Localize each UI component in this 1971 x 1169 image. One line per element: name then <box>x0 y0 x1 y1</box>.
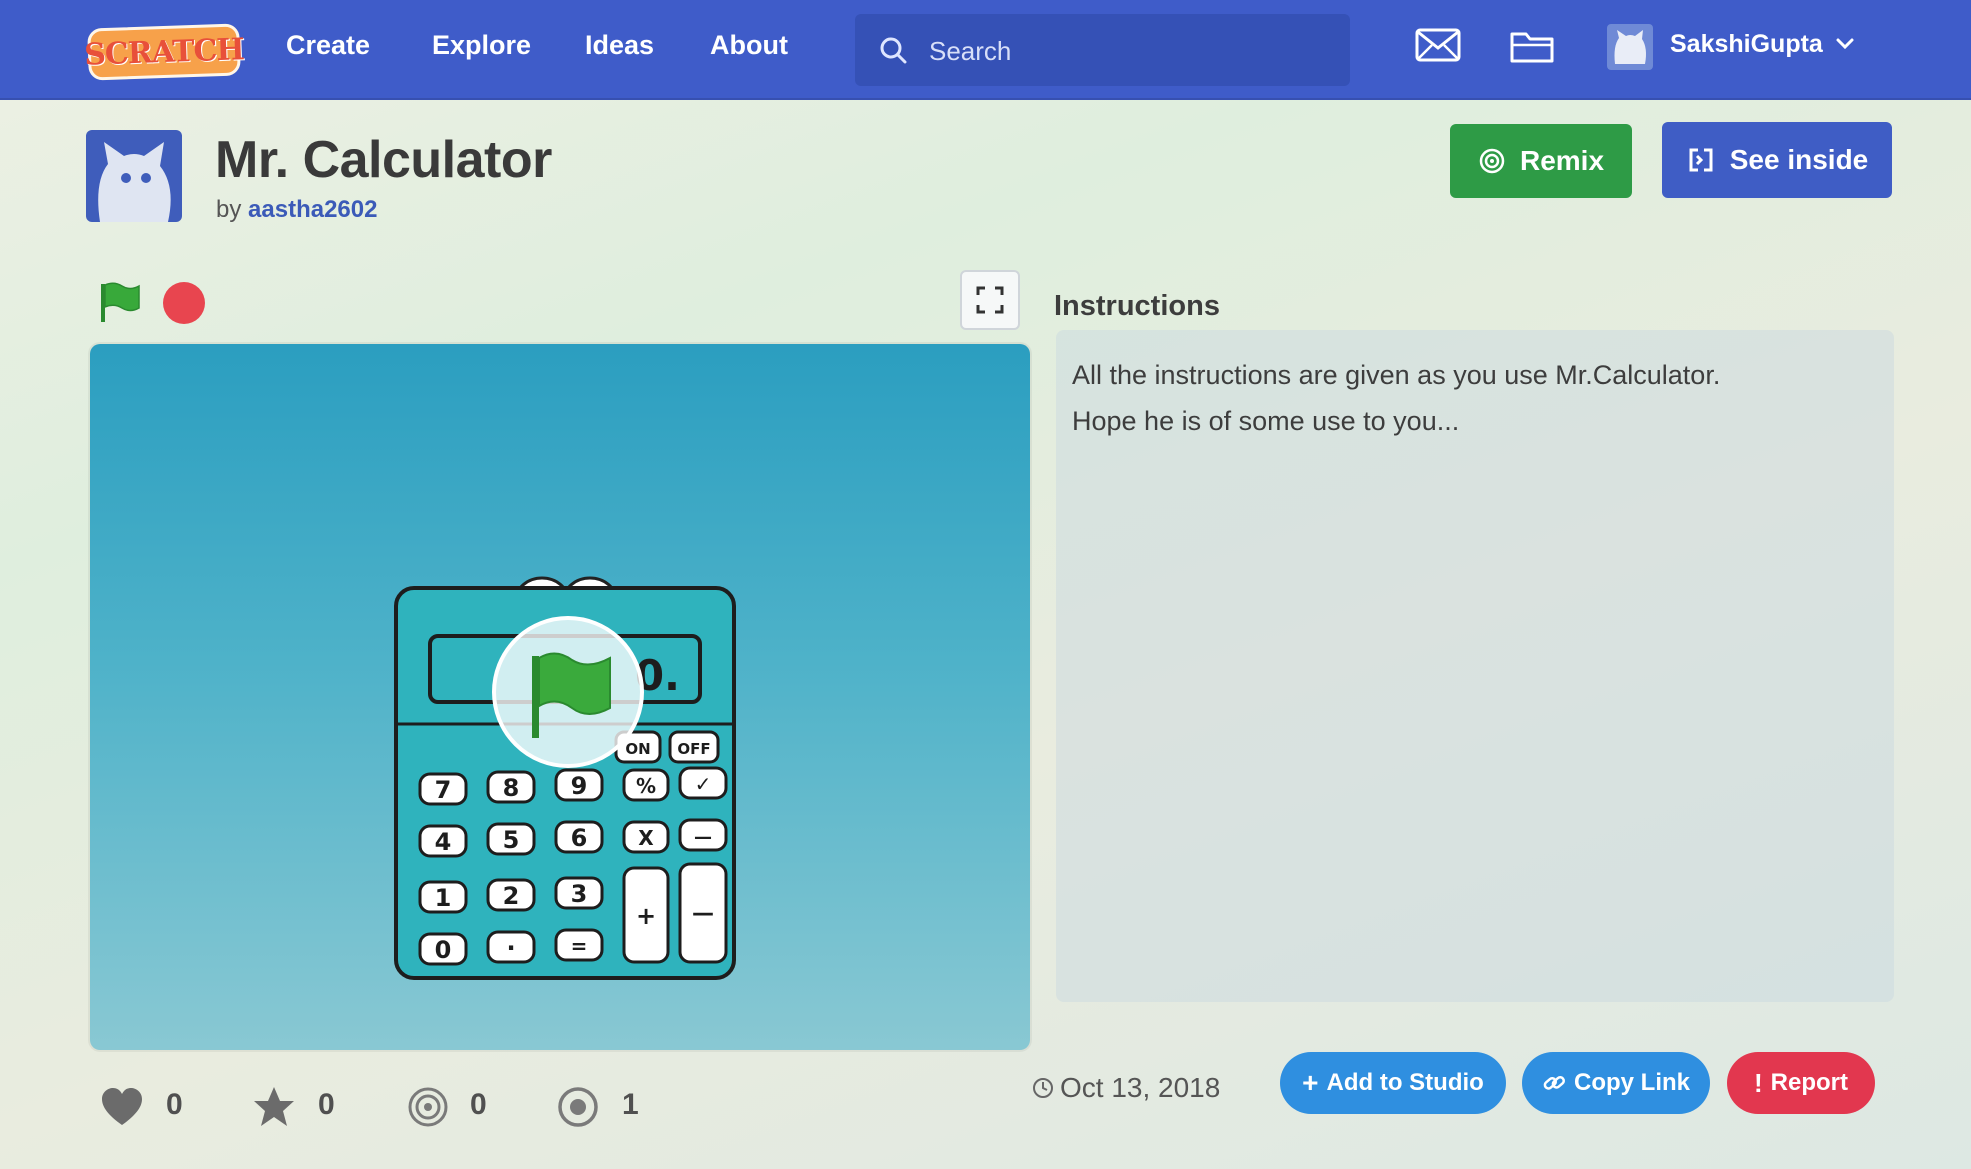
calc-key-check: ✓ <box>695 772 712 796</box>
fullscreen-icon <box>976 286 1004 314</box>
calc-key-percent: % <box>636 774 656 798</box>
calc-key-1: 1 <box>435 884 452 912</box>
project-thumbnail <box>86 130 182 222</box>
calc-key-9: 9 <box>571 772 588 800</box>
calc-key-4: 4 <box>435 828 452 856</box>
project-stage[interactable]: 0. ON OFF 7 8 9 % ✓ 4 5 6 X — 1 2 3 + — … <box>90 344 1030 1050</box>
calc-key-3: 3 <box>571 880 588 908</box>
calc-key-minus: — <box>692 901 714 926</box>
top-navbar: SCRATCH Create Explore Ideas About Saksh… <box>0 0 1971 100</box>
remix-count: 0 <box>470 1088 487 1121</box>
scratch-logo[interactable]: SCRATCH <box>84 23 244 81</box>
see-inside-icon <box>1689 148 1713 172</box>
link-icon <box>1543 1076 1565 1090</box>
user-avatar[interactable] <box>1607 24 1653 70</box>
search-input[interactable] <box>927 28 1331 74</box>
calc-key-multiply: X <box>638 826 654 850</box>
calculator-sprite: 0. ON OFF 7 8 9 % ✓ 4 5 6 X — 1 2 3 + — … <box>394 576 736 980</box>
see-inside-label: See inside <box>1729 144 1869 175</box>
nav-explore-link[interactable]: Explore <box>432 30 531 61</box>
remix-button[interactable]: Remix <box>1450 124 1632 198</box>
search-bar[interactable] <box>855 14 1350 86</box>
add-to-studio-button[interactable]: + Add to Studio <box>1280 1052 1506 1114</box>
copy-link-label: Copy Link <box>1573 1069 1690 1096</box>
cat-avatar-icon <box>1614 30 1646 64</box>
calc-key-5: 5 <box>503 826 520 854</box>
star-icon[interactable] <box>252 1085 296 1129</box>
calc-key-7: 7 <box>435 776 452 804</box>
plus-icon: + <box>1302 1067 1319 1098</box>
report-button[interactable]: ! Report <box>1727 1052 1875 1114</box>
calc-key-6: 6 <box>571 824 588 852</box>
eye-icon <box>558 1087 598 1127</box>
view-count: 1 <box>622 1088 639 1121</box>
remix-icon <box>1479 148 1505 174</box>
remix-count-icon <box>408 1087 448 1127</box>
share-date: Oct 13, 2018 <box>1032 1072 1220 1104</box>
instructions-heading: Instructions <box>1054 290 1220 322</box>
nav-ideas-link[interactable]: Ideas <box>585 30 654 61</box>
folder-icon[interactable] <box>1508 26 1556 66</box>
calc-key-0: 0 <box>435 936 452 964</box>
nav-create-link[interactable]: Create <box>286 30 370 61</box>
calc-key-equals: = <box>571 934 588 958</box>
chevron-down-icon[interactable] <box>1835 36 1855 52</box>
favorite-count: 0 <box>318 1088 335 1121</box>
logo-text: SCRATCH <box>83 31 245 73</box>
cat-thumbnail-icon <box>98 142 171 222</box>
report-label: Report <box>1770 1069 1848 1096</box>
search-icon <box>880 37 907 64</box>
clock-icon <box>1033 1078 1053 1098</box>
stop-button[interactable] <box>163 282 205 324</box>
share-date-text: Oct 13, 2018 <box>1060 1072 1221 1103</box>
user-name[interactable]: SakshiGupta <box>1670 30 1823 59</box>
play-overlay-flag-icon[interactable] <box>492 616 644 768</box>
fullscreen-button[interactable] <box>960 270 1020 330</box>
remix-label: Remix <box>1519 145 1605 176</box>
calc-key-off: OFF <box>677 740 710 758</box>
envelope-icon[interactable] <box>1414 26 1462 66</box>
calc-key-dash: — <box>694 827 712 848</box>
calc-key-on: ON <box>625 740 650 758</box>
love-count: 0 <box>166 1088 183 1121</box>
add-to-studio-label: Add to Studio <box>1326 1069 1484 1096</box>
calc-key-dot: · <box>506 934 515 962</box>
see-inside-button[interactable]: See inside <box>1662 122 1892 198</box>
project-byline: by aastha2602 <box>216 196 377 224</box>
heart-icon[interactable] <box>100 1085 144 1129</box>
calc-key-plus: + <box>636 902 656 930</box>
copy-link-button[interactable]: Copy Link <box>1522 1052 1710 1114</box>
nav-about-link[interactable]: About <box>710 30 788 61</box>
author-link[interactable]: aastha2602 <box>248 196 377 223</box>
calc-key-2: 2 <box>503 882 520 910</box>
instructions-text: All the instructions are given as you us… <box>1072 360 1721 436</box>
calc-key-8: 8 <box>503 774 520 802</box>
by-prefix: by <box>216 196 242 223</box>
project-title: Mr. Calculator <box>215 131 552 189</box>
exclamation-icon: ! <box>1753 1068 1763 1098</box>
green-flag-icon[interactable] <box>98 280 142 324</box>
